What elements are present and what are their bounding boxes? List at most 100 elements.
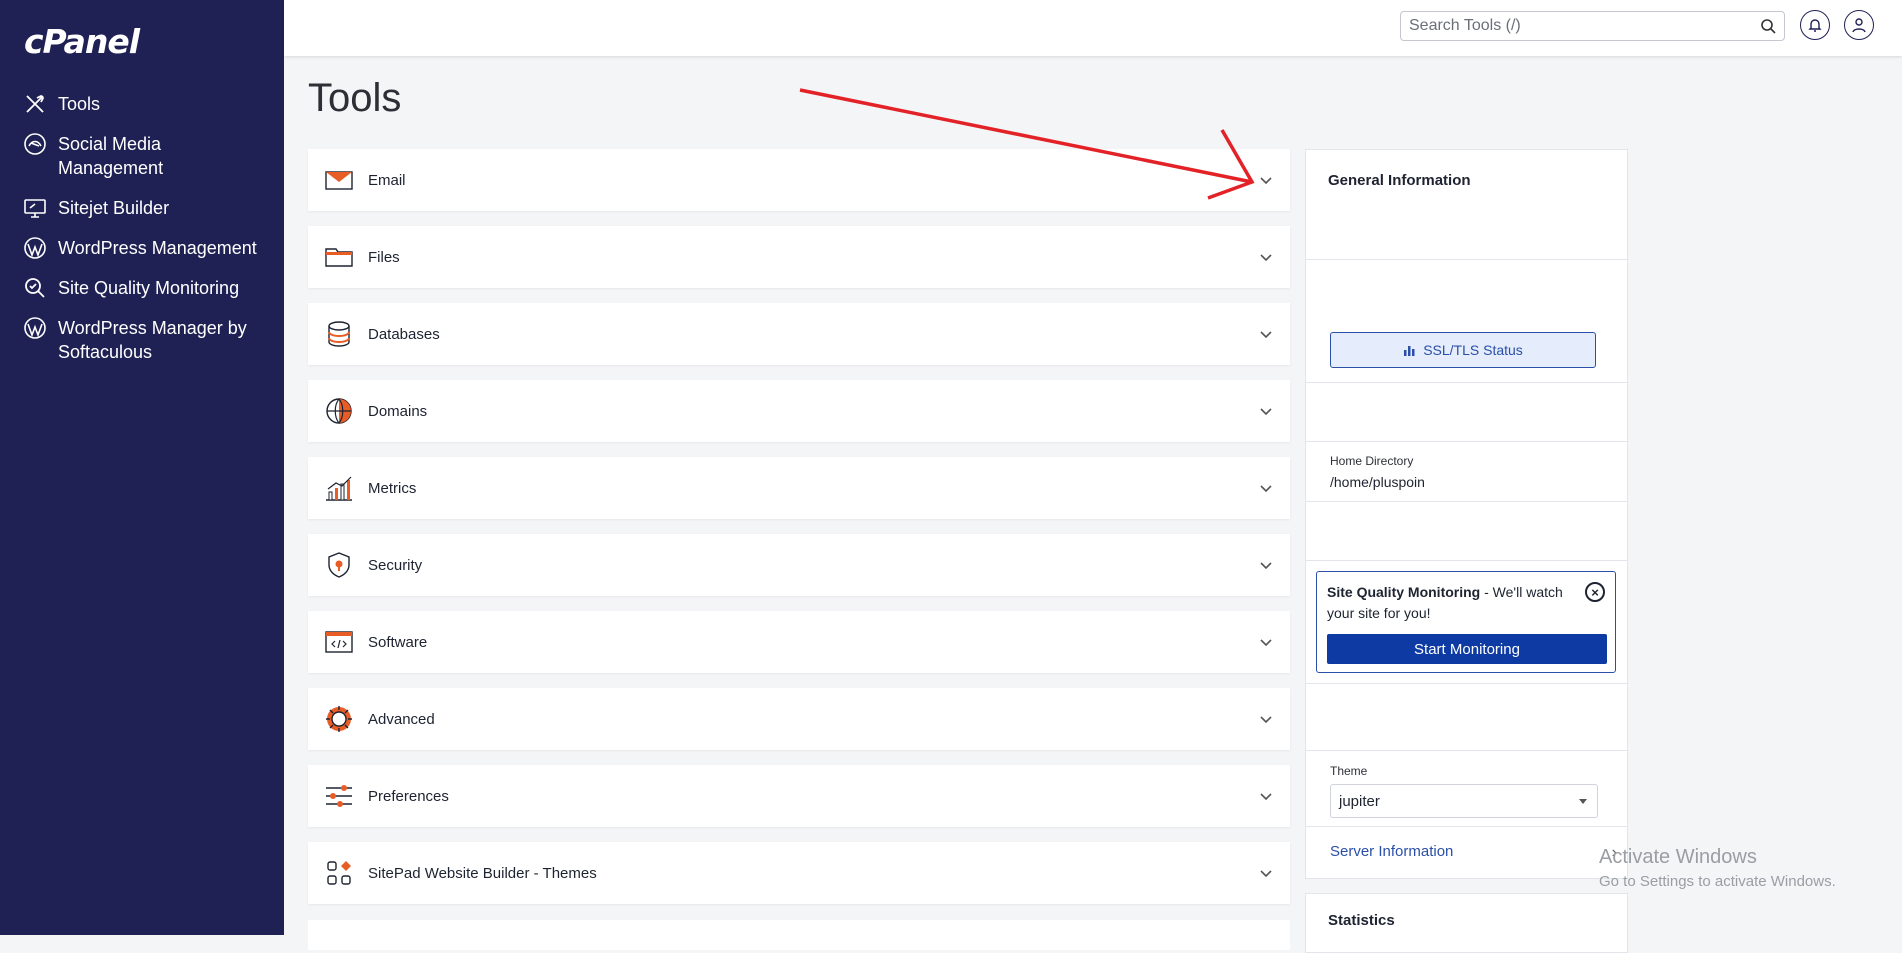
tool-groups: Email Files Databases Domains Metrics Se [308, 149, 1290, 919]
watermark-line-2: Go to Settings to activate Windows. [1599, 873, 1836, 890]
cpanel-logo[interactable]: cPanel [24, 22, 140, 61]
sidebar-item-label: Sitejet Builder [58, 198, 170, 218]
group-label: Databases [368, 325, 440, 343]
sidebar-item-label: WordPress Manager by Softaculous [58, 318, 247, 362]
windows-activation-watermark: Activate Windows Go to Settings to activ… [1599, 846, 1836, 890]
group-software[interactable]: Software [308, 611, 1290, 673]
group-advanced[interactable]: Advanced [308, 688, 1290, 750]
group-label: Software [368, 633, 428, 651]
statistics-panel: Statistics [1305, 893, 1628, 953]
server-information-link[interactable]: Server Information [1330, 843, 1453, 860]
group-label: Security [368, 556, 423, 574]
group-label: Preferences [368, 787, 449, 805]
group-label: Advanced [368, 710, 435, 728]
search-icon[interactable] [1760, 18, 1776, 34]
chevron-down-icon[interactable] [1258, 557, 1274, 573]
group-sitepad-themes[interactable]: SitePad Website Builder - Themes [308, 842, 1290, 904]
sidebar-item-label: WordPress Management [58, 238, 257, 258]
home-directory-section: Home Directory /home/pluspoin [1306, 441, 1627, 502]
group-databases[interactable]: Databases [308, 303, 1290, 365]
bell-icon [1808, 19, 1822, 32]
notifications-button[interactable] [1800, 10, 1830, 40]
group-label: Email [368, 171, 406, 189]
wordpress-icon [22, 316, 48, 340]
chevron-down-icon[interactable] [1258, 326, 1274, 342]
chevron-down-icon[interactable] [1258, 172, 1274, 188]
database-icon [324, 319, 354, 349]
home-directory-value: /home/pluspoin [1330, 474, 1425, 490]
shield-icon [324, 550, 354, 580]
sidebar-item-label: Site Quality Monitoring [58, 278, 240, 298]
chevron-down-icon [1579, 799, 1587, 804]
sidebar-item-tools[interactable]: Tools [0, 88, 284, 120]
group-metrics[interactable]: Metrics [308, 457, 1290, 519]
user-menu-button[interactable] [1844, 10, 1874, 40]
sidebar-item-sitejet[interactable]: Sitejet Builder [0, 192, 284, 224]
globe-icon [324, 396, 354, 426]
sliders-icon [324, 781, 354, 811]
group-label: Metrics [368, 479, 417, 497]
close-icon[interactable]: × [1585, 582, 1605, 602]
sqm-message: Site Quality Monitoring - We'll watch yo… [1327, 582, 1577, 624]
sidebar-item-wordpress-management[interactable]: WordPress Management [0, 232, 284, 264]
group-security[interactable]: Security [308, 534, 1290, 596]
theme-value: jupiter [1339, 792, 1380, 810]
wordpress-icon [22, 236, 48, 260]
chevron-down-icon[interactable] [1258, 788, 1274, 804]
sidebar-item-site-quality-monitoring[interactable]: Site Quality Monitoring [0, 272, 284, 304]
start-monitoring-button[interactable]: Start Monitoring [1327, 634, 1607, 664]
sidebar-item-social-media[interactable]: Social Media Management [0, 128, 284, 184]
gear-icon [324, 704, 354, 734]
user-icon [1852, 18, 1866, 33]
sidebar: cPanel Tools Social Media Management Sit… [0, 0, 284, 935]
chevron-down-icon[interactable] [1258, 249, 1274, 265]
bar-chart-icon [1404, 346, 1415, 356]
sidebar-item-label: Tools [58, 94, 101, 114]
social-media-icon [22, 132, 48, 156]
sidebar-item-wordpress-softaculous[interactable]: WordPress Manager by Softaculous [0, 312, 284, 368]
group-partial[interactable] [308, 920, 1290, 950]
group-label: Files [368, 248, 400, 266]
sitejet-icon [22, 196, 48, 220]
sqm-title: Site Quality Monitoring [1327, 584, 1481, 600]
group-label: Domains [368, 402, 428, 420]
top-bar [284, 0, 1902, 56]
sidebar-item-label: Social Media Management [58, 134, 164, 178]
code-icon [324, 627, 354, 657]
group-files[interactable]: Files [308, 226, 1290, 288]
group-label: SitePad Website Builder - Themes [368, 864, 597, 882]
divider [1306, 682, 1627, 684]
search-input[interactable] [1401, 12, 1757, 40]
home-directory-label: Home Directory [1330, 454, 1414, 468]
empty-section [1306, 501, 1627, 561]
chevron-down-icon[interactable] [1258, 634, 1274, 650]
theme-label: Theme [1330, 764, 1368, 778]
ssl-tls-status-button[interactable]: SSL/TLS Status [1330, 332, 1596, 368]
divider [1306, 825, 1627, 827]
group-preferences[interactable]: Preferences [308, 765, 1290, 827]
general-info-header: General Information [1306, 150, 1627, 260]
chevron-down-icon[interactable] [1258, 865, 1274, 881]
general-information-panel: General Information SSL/TLS Status Home … [1305, 149, 1628, 879]
tools-icon [22, 92, 48, 116]
page-title: Tools [308, 76, 402, 120]
envelope-icon [324, 165, 354, 195]
statistics-title: Statistics [1328, 912, 1395, 929]
search-box[interactable] [1400, 11, 1785, 41]
sidebar-nav: Tools Social Media Management Sitejet Bu… [0, 88, 284, 376]
chevron-down-icon[interactable] [1258, 403, 1274, 419]
group-domains[interactable]: Domains [308, 380, 1290, 442]
theme-select[interactable]: jupiter [1330, 784, 1598, 818]
site-quality-monitoring-card: Site Quality Monitoring - We'll watch yo… [1316, 571, 1616, 673]
magnifier-icon [22, 276, 48, 300]
chevron-down-icon[interactable] [1258, 480, 1274, 496]
empty-section [1306, 382, 1627, 442]
grid-icon [324, 858, 354, 888]
ssl-button-label: SSL/TLS Status [1423, 342, 1523, 358]
watermark-line-1: Activate Windows [1599, 846, 1757, 868]
group-email[interactable]: Email [308, 149, 1290, 211]
panel-title: General Information [1328, 172, 1471, 189]
divider [1306, 749, 1627, 751]
chevron-down-icon[interactable] [1258, 711, 1274, 727]
folder-icon [324, 242, 354, 272]
